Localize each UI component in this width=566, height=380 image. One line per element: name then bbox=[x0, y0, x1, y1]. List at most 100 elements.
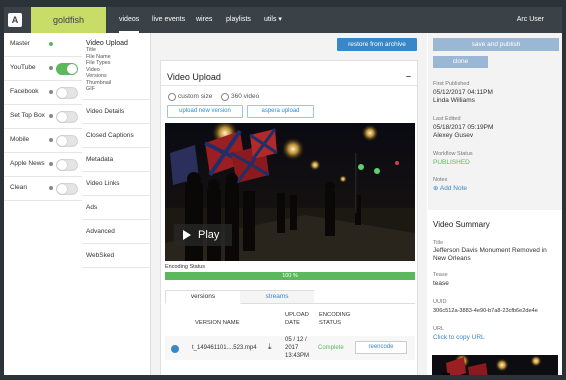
first-published-label: First Published bbox=[433, 81, 470, 87]
section-advanced[interactable]: Advanced bbox=[82, 220, 150, 244]
notes-label: Notes bbox=[433, 177, 448, 183]
add-note-link[interactable]: ⊕ Add Note bbox=[433, 185, 467, 193]
tab-streams[interactable]: streams bbox=[240, 290, 314, 303]
brand-tab[interactable]: goldfish bbox=[31, 7, 106, 33]
set-top-box-toggle[interactable] bbox=[56, 111, 78, 123]
version-filename: t_149461101....523.mp4 bbox=[192, 345, 257, 351]
upload-new-version-button[interactable]: upload new version bbox=[167, 105, 243, 118]
play-button[interactable]: Play bbox=[174, 224, 232, 246]
video-thumbnail[interactable] bbox=[432, 355, 558, 375]
youtube-toggle[interactable] bbox=[56, 63, 78, 75]
encoding-status-label: Encoding Status bbox=[165, 264, 206, 270]
row-select-radio[interactable] bbox=[171, 345, 179, 353]
video-title: Jefferson Davis Monument Removed in New … bbox=[433, 247, 547, 262]
add-note-label: Add Note bbox=[439, 185, 468, 192]
clone-button[interactable]: clone bbox=[433, 56, 488, 68]
progress-fill: 100 % bbox=[165, 272, 415, 280]
col-header-encoding-status: ENCODING STATUS bbox=[319, 312, 351, 326]
dist-set-top-box: Set Top Box bbox=[4, 105, 82, 129]
copy-url-link[interactable]: Click to copy URL bbox=[433, 334, 485, 342]
main-editor: restore from archive Video Upload – cust… bbox=[151, 33, 427, 375]
last-edited-date: 05/18/2017 05:19PM bbox=[433, 124, 494, 131]
status-dot-icon bbox=[49, 186, 53, 190]
app-frame: A goldfish videos live events wires play… bbox=[4, 7, 562, 375]
last-edited-by: Alexey Gusev bbox=[433, 132, 474, 139]
restore-from-archive-button[interactable]: restore from archive bbox=[337, 38, 417, 51]
reencode-button[interactable]: reencode bbox=[355, 341, 407, 354]
dist-label: Clean bbox=[10, 184, 27, 191]
uuid-value: 306c512a-3883-4e90-b7a8-23cfb6e2de4e bbox=[433, 308, 538, 314]
section-closed-captions[interactable]: Closed Captions bbox=[82, 124, 150, 148]
dist-label: Mobile bbox=[10, 136, 30, 143]
nav-utils-dropdown[interactable]: utils ▾ bbox=[264, 7, 282, 33]
first-published-date: 05/12/2017 04:11PM bbox=[433, 89, 493, 96]
top-navbar: A goldfish videos live events wires play… bbox=[4, 7, 562, 33]
upload-date-line-1: 05 / 12 / bbox=[285, 337, 307, 343]
dist-apple-news: Apple News bbox=[4, 153, 82, 177]
url-label: URL bbox=[433, 326, 445, 332]
360-video-radio[interactable] bbox=[221, 93, 229, 101]
dist-mobile: Mobile bbox=[4, 129, 82, 153]
status-dot-icon bbox=[49, 162, 53, 166]
status-dot-icon bbox=[49, 114, 53, 118]
upload-date-line-2: 2017 bbox=[285, 345, 299, 351]
table-row[interactable]: t_149461101....523.mp4 ⤓ 05 / 12 / 2017 … bbox=[165, 336, 415, 360]
save-and-publish-button[interactable]: save and publish bbox=[433, 38, 559, 51]
dist-label: Set Top Box bbox=[10, 112, 45, 119]
dist-master: Master bbox=[4, 33, 82, 57]
uuid-label: UUID bbox=[433, 299, 447, 305]
clean-toggle[interactable] bbox=[56, 183, 78, 195]
video-player[interactable]: Play bbox=[165, 123, 415, 261]
upload-date-line-3: 13:43PM bbox=[285, 353, 310, 359]
subsection-link[interactable]: GIF bbox=[86, 86, 150, 93]
dist-label: YouTube bbox=[10, 64, 36, 71]
tease-value: tease bbox=[433, 280, 449, 287]
last-edited-label: Last Edited bbox=[433, 116, 461, 122]
status-dot-icon bbox=[49, 66, 53, 70]
encoding-progress-bar: 100 % bbox=[165, 272, 415, 280]
encoding-status-value: Complete bbox=[318, 345, 344, 351]
nav-wires[interactable]: wires bbox=[196, 7, 212, 33]
download-icon[interactable]: ⤓ bbox=[268, 343, 272, 351]
distribution-panel: Master YouTube Facebook Set Top Box Mobi… bbox=[4, 33, 83, 375]
section-video-details[interactable]: Video Details bbox=[82, 100, 150, 124]
section-ads[interactable]: Ads bbox=[82, 196, 150, 220]
section-nav: Video Upload Title File Name File Types … bbox=[82, 33, 151, 375]
col-header-version-name: VERSION NAME bbox=[195, 320, 240, 326]
section-video-links[interactable]: Video Links bbox=[82, 172, 150, 196]
title-label: Title bbox=[433, 240, 444, 246]
tab-versions[interactable]: versions bbox=[165, 290, 241, 304]
play-label: Play bbox=[198, 229, 220, 241]
first-published-by: Linda Williams bbox=[433, 97, 475, 104]
workflow-status-label: Workflow Status bbox=[433, 151, 473, 157]
status-dot-icon bbox=[49, 138, 53, 142]
collapse-icon[interactable]: – bbox=[406, 71, 411, 81]
video-summary-panel: Video Summary Title Jefferson Davis Monu… bbox=[428, 210, 562, 375]
user-menu[interactable]: Arc User bbox=[517, 7, 544, 33]
aspera-upload-button[interactable]: aspera upload bbox=[247, 105, 314, 118]
dist-label: Master bbox=[10, 40, 30, 47]
section-video-upload[interactable]: Video Upload Title File Name File Types … bbox=[82, 33, 150, 100]
section-title[interactable]: Video Upload bbox=[86, 40, 150, 47]
col-header-upload-date: UPLOAD DATE bbox=[285, 312, 309, 326]
dist-facebook: Facebook bbox=[4, 81, 82, 105]
tease-label: Tease bbox=[433, 272, 448, 278]
app-logo[interactable]: A bbox=[8, 13, 22, 27]
mobile-toggle[interactable] bbox=[56, 135, 78, 147]
versions-tabs: versions streams bbox=[165, 290, 415, 304]
workflow-status-value: PUBLISHED bbox=[433, 159, 470, 166]
add-note-icon: ⊕ bbox=[433, 185, 439, 192]
nav-videos[interactable]: videos bbox=[119, 7, 140, 33]
status-dot-icon bbox=[49, 90, 53, 94]
nav-playlists[interactable]: playlists bbox=[226, 7, 251, 33]
facebook-toggle[interactable] bbox=[56, 87, 78, 99]
nav-live-events[interactable]: live events bbox=[152, 7, 185, 33]
video-summary-title: Video Summary bbox=[433, 220, 490, 229]
divider bbox=[161, 85, 417, 86]
custom-size-label: custom size bbox=[178, 93, 213, 100]
section-metadata[interactable]: Metadata bbox=[82, 148, 150, 172]
apple-news-toggle[interactable] bbox=[56, 159, 78, 171]
card-title: Video Upload bbox=[167, 72, 221, 82]
section-websked[interactable]: WebSked bbox=[82, 244, 150, 268]
custom-size-radio[interactable] bbox=[168, 93, 176, 101]
